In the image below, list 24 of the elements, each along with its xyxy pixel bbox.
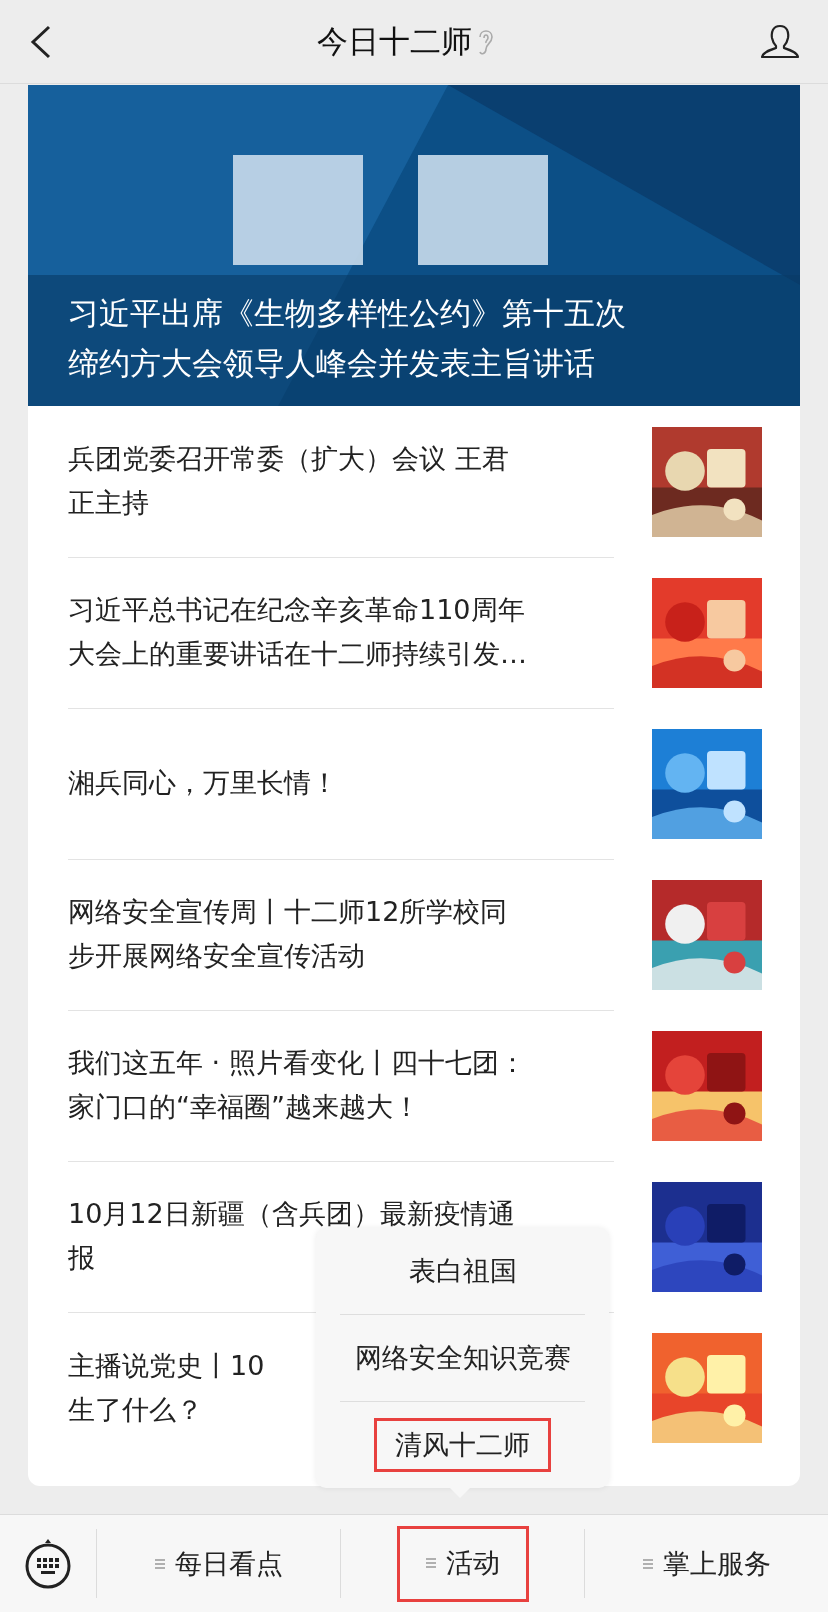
menu-icon: [642, 1557, 653, 1570]
menu-item[interactable]: 清风十二师: [374, 1418, 551, 1472]
headline-text[interactable]: 习近平出席《生物多样性公约》第十五次: [68, 288, 626, 338]
menu-item[interactable]: 表白祖国: [387, 1244, 538, 1298]
news-title[interactable]: 湘兵同心，万里长情！: [68, 761, 614, 805]
menu-tab[interactable]: 每日看点: [137, 1532, 300, 1595]
news-title[interactable]: 大会上的重要讲话在十二师持续引发…: [68, 632, 614, 676]
menu-icon: [154, 1557, 165, 1570]
news-title[interactable]: 正主持: [68, 481, 614, 525]
news-title[interactable]: 网络安全宣传周丨十二师12所学校同: [68, 890, 614, 934]
news-title[interactable]: 我们这五年 · 照片看变化丨四十七团：: [68, 1041, 614, 1085]
headline-text[interactable]: 缔约方大会领导人峰会并发表主旨讲话: [68, 338, 626, 388]
news-title[interactable]: 习近平总书记在纪念辛亥革命110周年: [68, 588, 614, 632]
menu-tab[interactable]: 活动: [396, 1525, 529, 1602]
back-icon[interactable]: [30, 24, 52, 59]
menu-item[interactable]: 网络安全知识竞赛: [333, 1331, 592, 1385]
news-title[interactable]: 家门口的“幸福圈”越来越大！: [68, 1085, 614, 1129]
news-title[interactable]: 步开展网络安全宣传活动: [68, 934, 614, 978]
menu-icon: [425, 1556, 436, 1569]
menu-tab[interactable]: 掌上服务: [625, 1532, 788, 1595]
page-title: 今日十二师: [316, 21, 472, 61]
keyboard-icon[interactable]: [24, 1537, 72, 1590]
news-title[interactable]: 兵团党委召开常委（扩大）会议 王君: [68, 437, 614, 481]
profile-icon[interactable]: [760, 23, 800, 60]
